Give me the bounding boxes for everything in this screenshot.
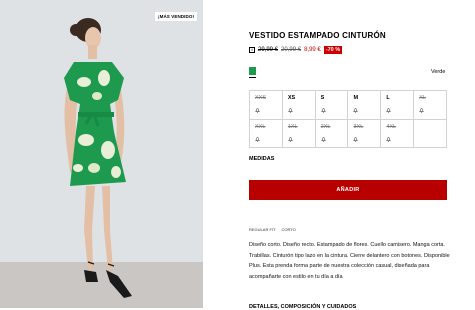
size-option[interactable]: 2XL [315,119,349,148]
product-title: VESTIDO ESTAMPADO CINTURÓN [249,31,386,40]
size-label: M [353,95,359,101]
notify-bell-icon [353,136,359,141]
product-description: Diseño corto. Diseño recto. Estampado de… [249,242,450,280]
size-option[interactable]: 4XL [381,119,415,148]
notify-bell-icon [321,136,326,141]
bestseller-badge: ¡MÁS VENDIDO! [155,12,198,21]
details-section-heading[interactable]: DETALLES, COMPOSICIÓN Y CUIDADOS [249,304,356,310]
medidas-link[interactable]: MEDIDAS [249,156,274,162]
size-label: XXS [255,95,267,101]
size-option[interactable]: 1XL [282,119,316,148]
price-row: i 29,99 € 20,99 € 8,99 € -70 % [249,44,343,55]
size-label: XXL [255,123,266,130]
tag-fit: REGULAR FIT [249,227,276,232]
notify-bell-icon [386,136,391,141]
size-label: 4XL [386,123,397,130]
size-selector: XXS XS S M L XL XXL 1XL 2XL 3XL 4XL [249,90,447,148]
size-label: XL [419,95,426,101]
size-label: S [320,95,325,101]
size-option[interactable]: 3XL [348,119,382,148]
notify-bell-icon [353,108,359,113]
info-icon[interactable]: i [249,46,255,53]
add-to-cart-button[interactable]: AÑADIR [249,180,447,200]
notify-bell-icon [255,108,260,113]
notify-bell-icon [255,136,260,141]
notify-bell-icon [288,108,293,113]
color-swatch-green[interactable] [249,67,256,75]
model-illustration [0,0,203,308]
size-option[interactable]: XS [282,91,316,120]
previous-price: 20,99 € [281,46,302,53]
size-option[interactable]: XXS [250,91,283,120]
size-option[interactable]: M [348,91,382,120]
size-label: 2XL [320,123,331,130]
original-price: 29,99 € [258,46,279,53]
sale-price: 8,99 € [304,46,321,53]
notify-bell-icon [386,108,391,113]
size-option[interactable]: XXL [250,119,283,148]
size-option[interactable]: S [315,91,349,120]
fit-tags: REGULAR FIT CORTO [249,227,296,232]
size-label: 1XL [287,123,298,130]
selected-swatch-indicator [249,76,256,78]
discount-badge: -70 % [323,45,343,54]
notify-bell-icon [419,108,424,113]
notify-bell-icon [288,136,293,141]
size-option[interactable]: L [381,91,415,120]
size-grid-empty-cell [414,119,447,148]
tag-length: CORTO [281,227,296,232]
size-option[interactable]: XL [414,91,447,120]
color-name: Verde [431,69,446,75]
size-label: XS [287,95,296,101]
size-label: L [386,95,390,101]
notify-bell-icon [321,108,326,113]
size-label: 3XL [353,123,364,130]
product-image[interactable]: ¡MÁS VENDIDO! [0,0,203,308]
